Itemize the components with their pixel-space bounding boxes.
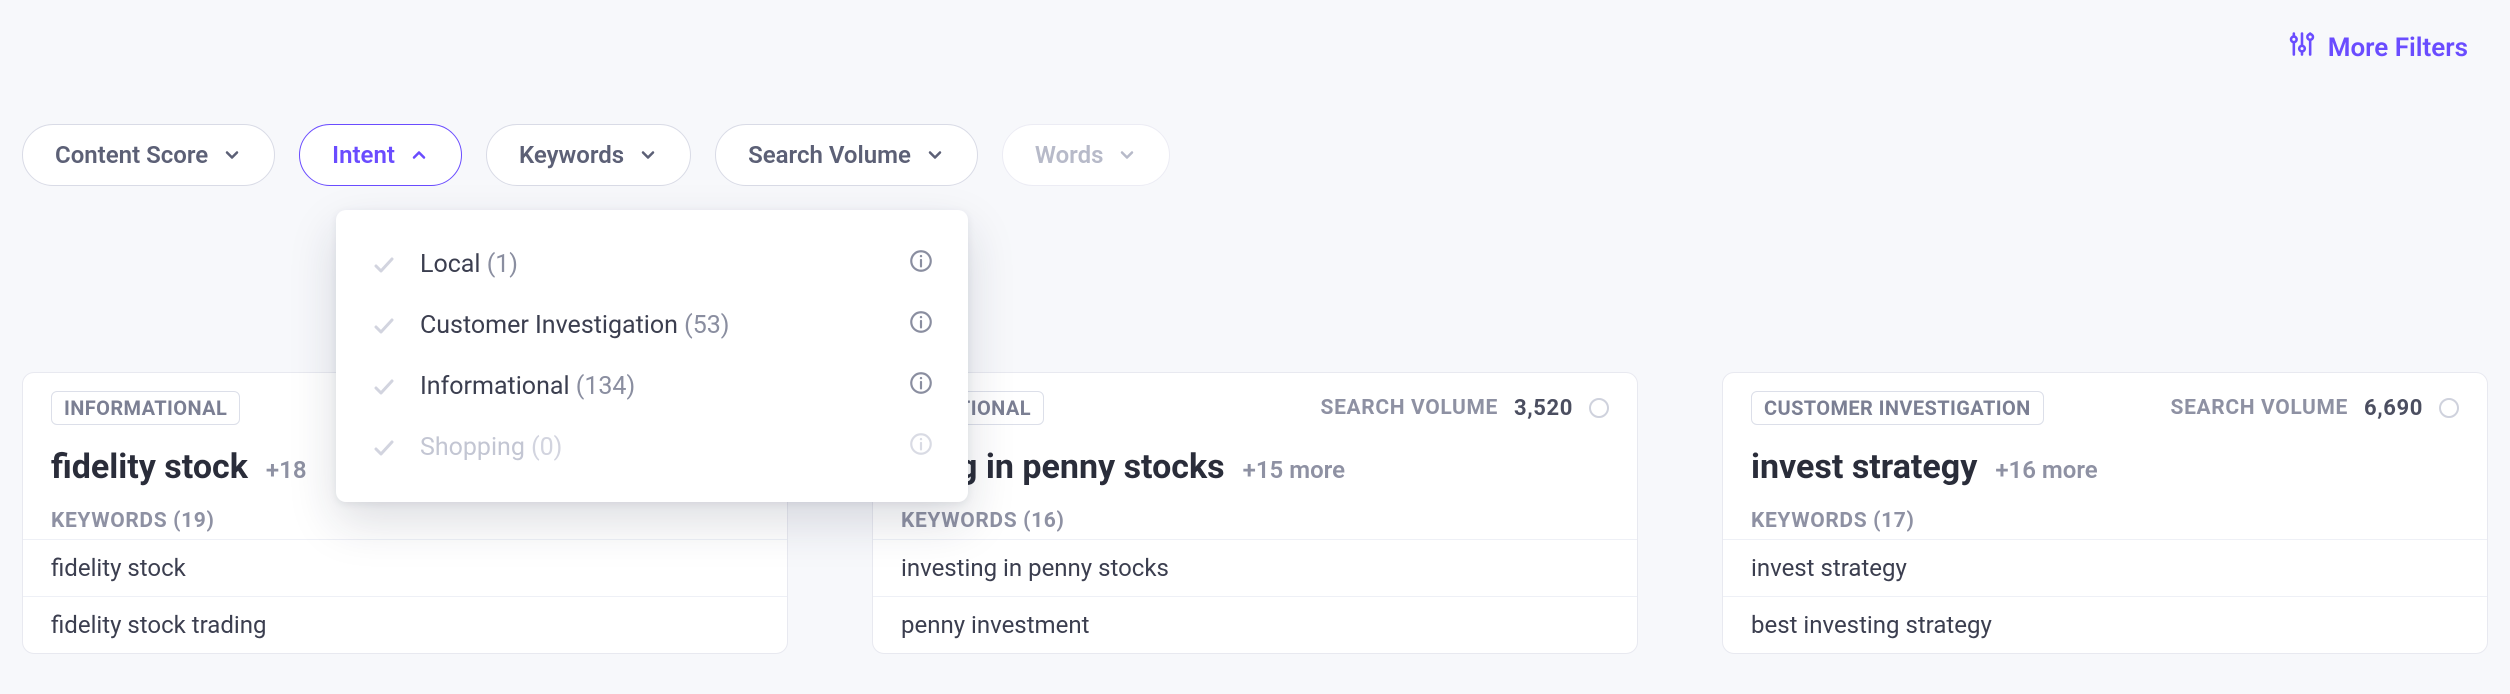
filter-bar: Content Score Intent Keywords Search Vol… xyxy=(22,124,1170,186)
keyword-row[interactable]: penny investment xyxy=(873,596,1637,653)
intent-option-customer-investigation[interactable]: Customer Investigation (53) xyxy=(336,295,968,356)
keyword-row[interactable]: fidelity stock xyxy=(23,539,787,596)
filter-label: Search Volume xyxy=(748,141,911,169)
filter-label: Words xyxy=(1035,141,1104,169)
intent-option-count: (0) xyxy=(531,433,562,462)
chevron-down-icon xyxy=(925,145,945,165)
check-icon xyxy=(370,314,398,338)
keyword-row[interactable]: invest strategy xyxy=(1723,539,2487,596)
check-icon xyxy=(370,436,398,460)
filter-words[interactable]: Words xyxy=(1002,124,1171,186)
more-count: +16 more xyxy=(1995,456,2097,484)
intent-option-label: Local xyxy=(420,250,481,279)
cluster-title: invest strategy xyxy=(1751,447,1977,487)
more-count: +18 xyxy=(266,456,307,484)
intent-option-informational[interactable]: Informational (134) xyxy=(336,356,968,417)
chevron-down-icon xyxy=(1117,145,1137,165)
filter-content-score[interactable]: Content Score xyxy=(22,124,275,186)
cluster-card[interactable]: RMATIONAL SEARCH VOLUME 3,520 sting in p… xyxy=(872,372,1638,654)
keywords-header: KEYWORDS (19) xyxy=(23,497,787,539)
intent-tag: CUSTOMER INVESTIGATION xyxy=(1751,391,2044,425)
filter-label: Intent xyxy=(332,141,395,169)
status-dot-icon xyxy=(2439,398,2459,418)
filter-intent[interactable]: Intent xyxy=(299,124,462,186)
filter-label: Keywords xyxy=(519,141,624,169)
info-icon[interactable] xyxy=(908,248,934,281)
intent-option-count: (53) xyxy=(684,311,729,340)
more-count: +15 more xyxy=(1243,456,1345,484)
search-volume-label: SEARCH VOLUME xyxy=(1321,396,1498,420)
search-volume-label: SEARCH VOLUME xyxy=(2171,396,2348,420)
intent-option-count: (1) xyxy=(487,250,518,279)
intent-option-count: (134) xyxy=(576,372,635,401)
chevron-down-icon xyxy=(638,145,658,165)
more-filters-button[interactable]: More Filters xyxy=(2288,30,2468,65)
filter-keywords[interactable]: Keywords xyxy=(486,124,691,186)
search-volume: SEARCH VOLUME 6,690 xyxy=(2171,396,2459,421)
info-icon xyxy=(908,431,934,464)
intent-dropdown: Local (1) Customer Investigation (53) In… xyxy=(336,210,968,502)
intent-option-local[interactable]: Local (1) xyxy=(336,234,968,295)
status-dot-icon xyxy=(1589,398,1609,418)
search-volume-value: 6,690 xyxy=(2364,396,2423,421)
search-volume-value: 3,520 xyxy=(1514,396,1573,421)
intent-option-label: Informational xyxy=(420,372,570,401)
keywords-header: KEYWORDS (16) xyxy=(873,497,1637,539)
info-icon[interactable] xyxy=(908,309,934,342)
cluster-title: fidelity stock xyxy=(51,447,248,487)
keyword-row[interactable]: fidelity stock trading xyxy=(23,596,787,653)
keyword-row[interactable]: best investing strategy xyxy=(1723,596,2487,653)
info-icon[interactable] xyxy=(908,370,934,403)
filter-search-volume[interactable]: Search Volume xyxy=(715,124,978,186)
filter-label: Content Score xyxy=(55,141,208,169)
keyword-row[interactable]: investing in penny stocks xyxy=(873,539,1637,596)
sliders-icon xyxy=(2288,30,2316,65)
search-volume: SEARCH VOLUME 3,520 xyxy=(1321,396,1609,421)
more-filters-label: More Filters xyxy=(2328,33,2468,63)
cluster-card[interactable]: CUSTOMER INVESTIGATION SEARCH VOLUME 6,6… xyxy=(1722,372,2488,654)
intent-option-shopping: Shopping (0) xyxy=(336,417,968,478)
intent-tag: INFORMATIONAL xyxy=(51,391,240,425)
check-icon xyxy=(370,253,398,277)
intent-option-label: Shopping xyxy=(420,433,525,462)
keywords-header: KEYWORDS (17) xyxy=(1723,497,2487,539)
check-icon xyxy=(370,375,398,399)
intent-option-label: Customer Investigation xyxy=(420,311,678,340)
chevron-up-icon xyxy=(409,145,429,165)
chevron-down-icon xyxy=(222,145,242,165)
